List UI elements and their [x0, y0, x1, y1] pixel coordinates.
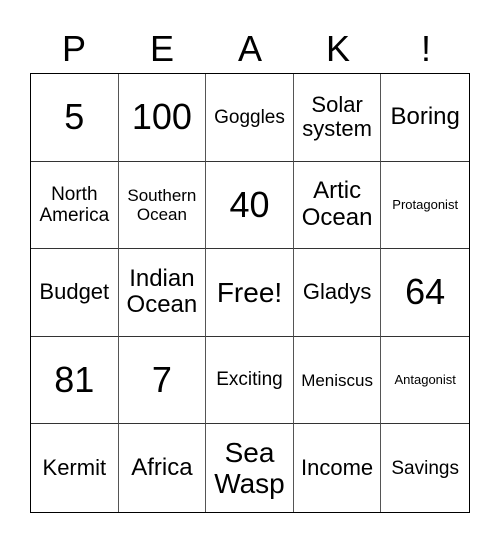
header-letter-p: P	[61, 28, 86, 69]
bingo-cell[interactable]: 81	[31, 336, 119, 425]
bingo-cell[interactable]: Budget	[31, 249, 119, 337]
bingo-cell[interactable]: 100	[118, 74, 207, 162]
free-space-cell[interactable]: Free!	[206, 249, 294, 337]
bingo-header: P E A K !	[30, 26, 470, 72]
header-letter-exclamation: !	[420, 28, 431, 69]
bingo-cell[interactable]: 7	[118, 336, 207, 425]
bingo-cell[interactable]: Indian Ocean	[118, 249, 207, 337]
bingo-cell[interactable]: Africa	[119, 424, 207, 512]
bingo-cell[interactable]: North America	[31, 161, 119, 250]
bingo-cell[interactable]: Protagonist	[381, 162, 469, 250]
bingo-cell[interactable]: Savings	[381, 424, 469, 512]
bingo-cell[interactable]: Gladys	[293, 249, 382, 337]
bingo-cell[interactable]: Meniscus	[293, 336, 382, 425]
header-letter-e: E	[149, 28, 174, 69]
bingo-cell[interactable]: Goggles	[206, 74, 294, 162]
header-letter-a: A	[237, 28, 262, 69]
bingo-cell[interactable]: Artic Ocean	[293, 161, 382, 250]
bingo-cell[interactable]: 64	[381, 249, 469, 337]
bingo-cell[interactable]: Sea Wasp	[206, 424, 294, 512]
bingo-cell[interactable]: 40	[206, 161, 294, 250]
bingo-cell[interactable]: Antagonist	[381, 337, 469, 425]
bingo-cell[interactable]: Boring	[381, 74, 469, 162]
bingo-cell[interactable]: Kermit	[31, 424, 119, 512]
bingo-cell[interactable]: Solar system	[293, 74, 382, 162]
header-letter-k: K	[325, 28, 350, 69]
bingo-card: 5 100 Goggles Solar system Boring North …	[30, 73, 470, 513]
bingo-cell[interactable]: Exciting	[206, 336, 294, 425]
bingo-cell[interactable]: 5	[31, 74, 119, 162]
bingo-cell[interactable]: Southern Ocean	[118, 161, 207, 250]
bingo-cell[interactable]: Income	[294, 424, 382, 512]
